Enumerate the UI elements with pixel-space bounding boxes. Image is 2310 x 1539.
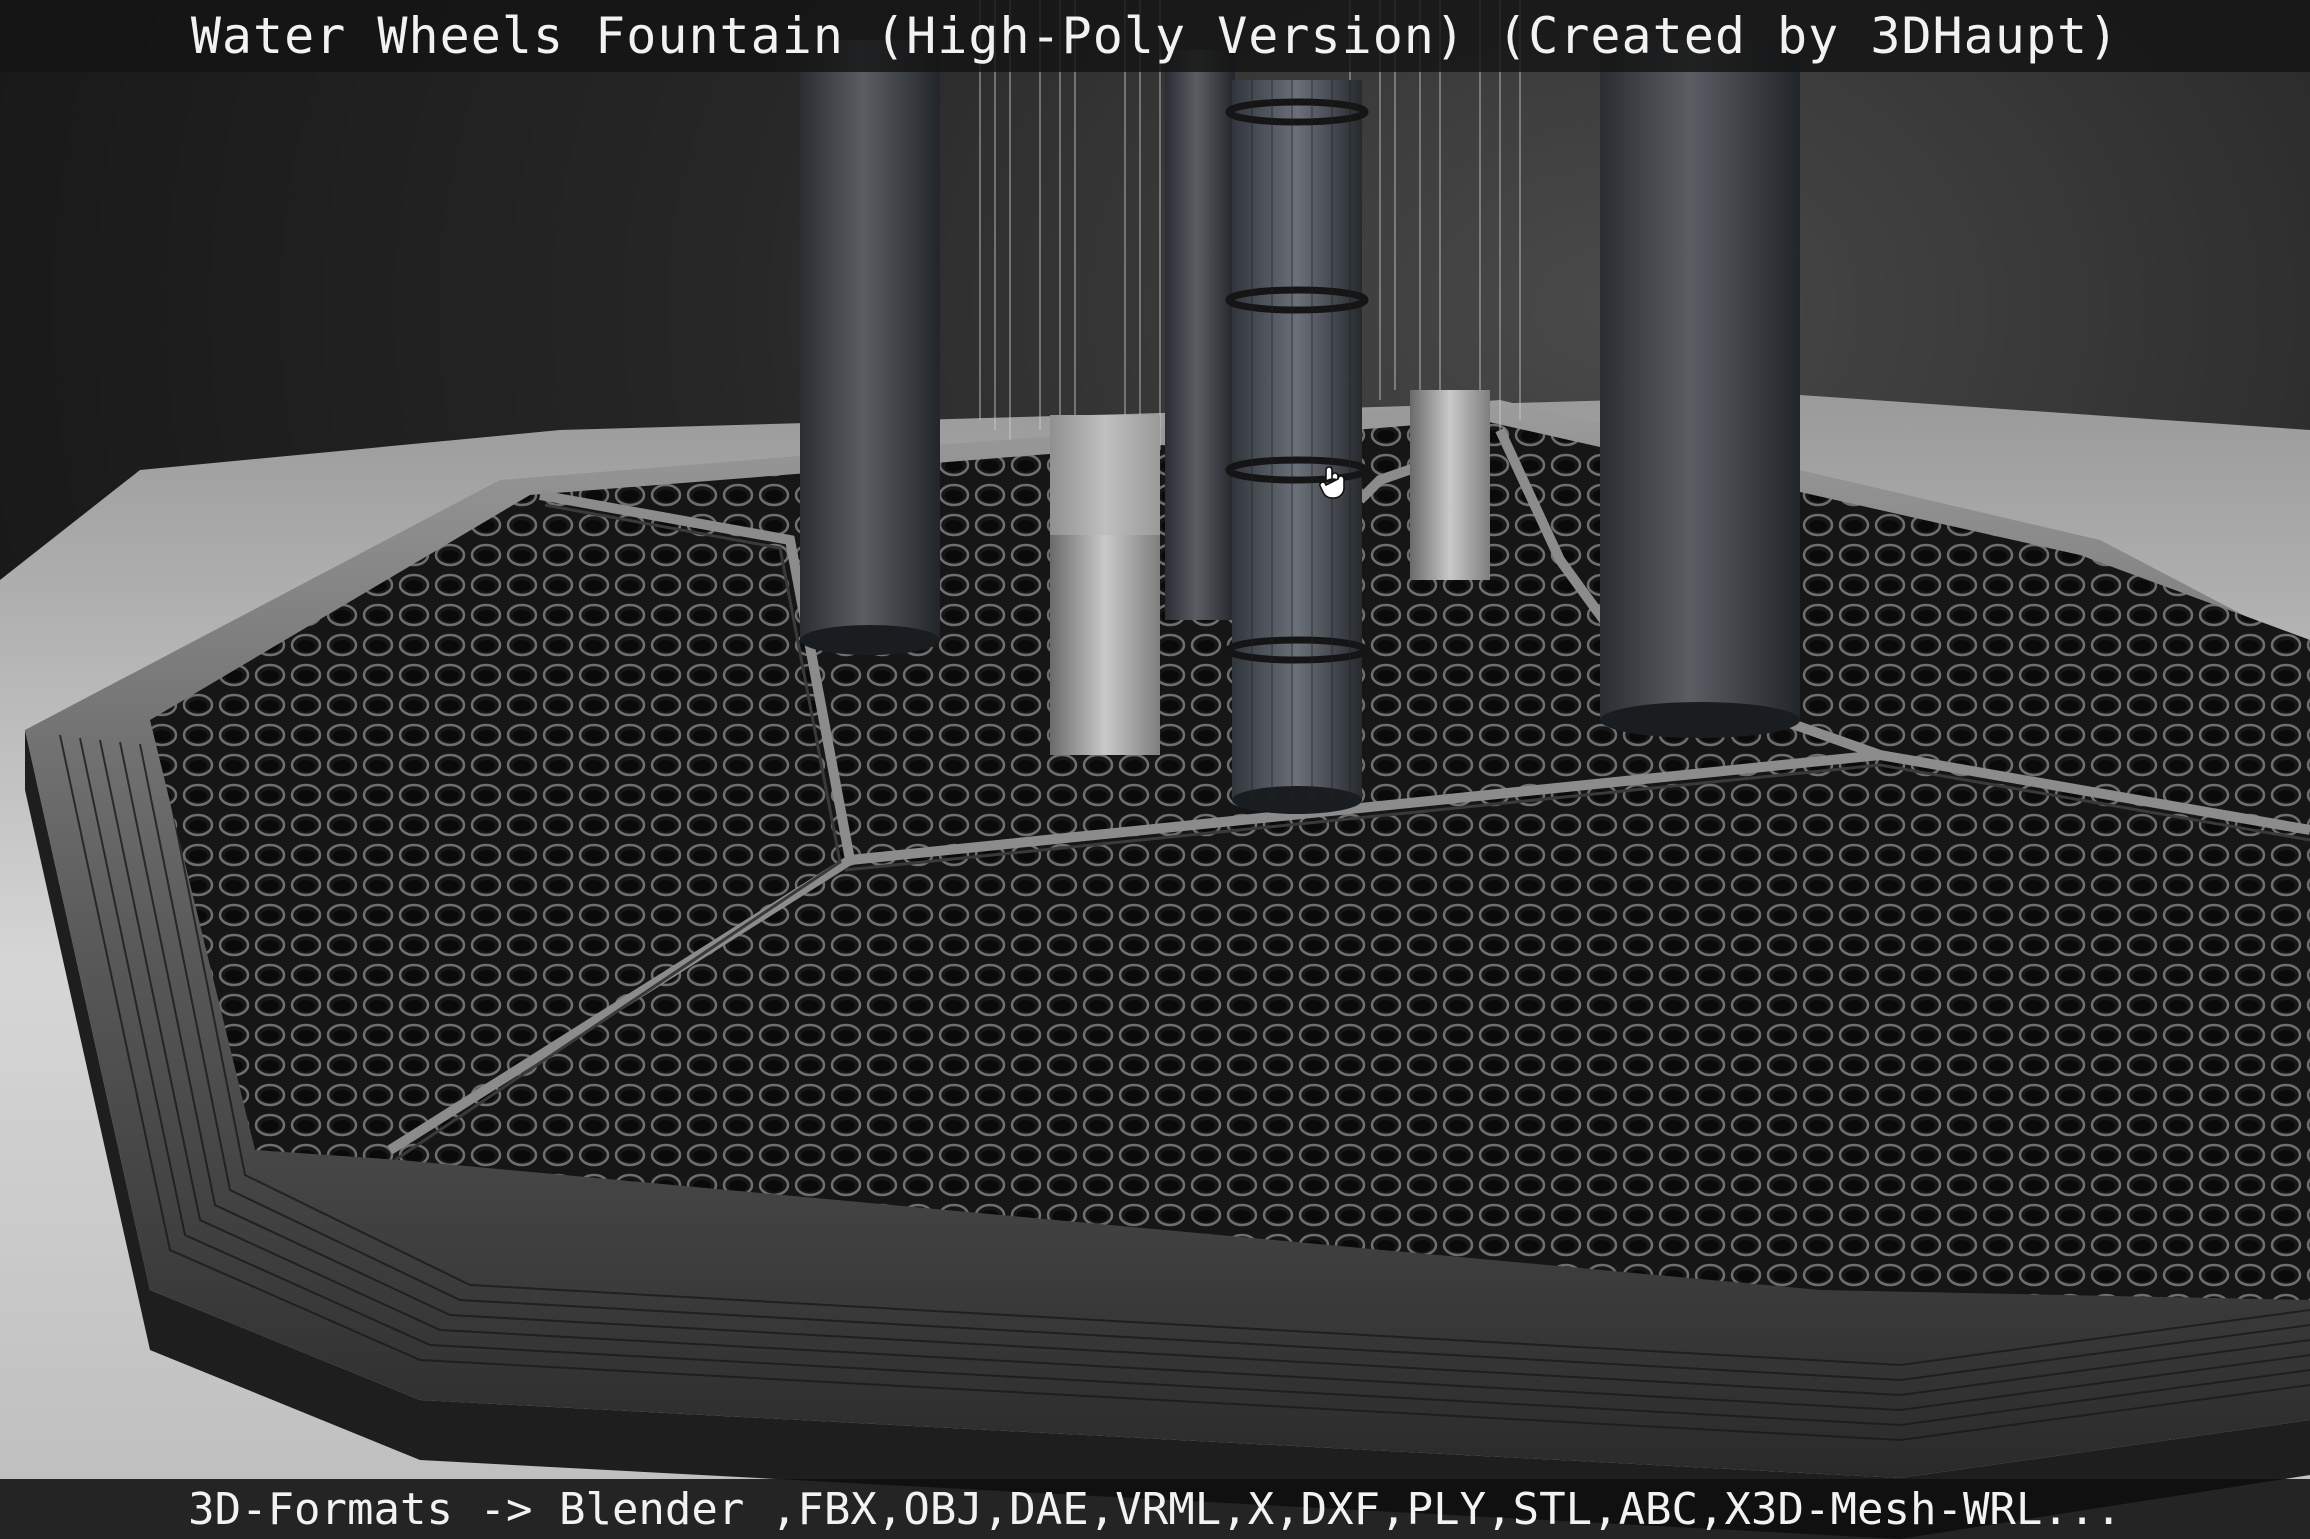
formats-caption: 3D-Formats -> Blender ,FBX,OBJ,DAE,VRML,… [188,1483,2122,1535]
page-title: Water Wheels Fountain (High-Poly Version… [190,7,2120,65]
hand-pointer-icon [1319,466,1345,499]
title-banner: Water Wheels Fountain (High-Poly Version… [0,0,2310,72]
fountain-render [0,0,2310,1539]
footer-banner: 3D-Formats -> Blender ,FBX,OBJ,DAE,VRML,… [0,1479,2310,1539]
3d-viewport[interactable]: Water Wheels Fountain (High-Poly Version… [0,0,2310,1539]
